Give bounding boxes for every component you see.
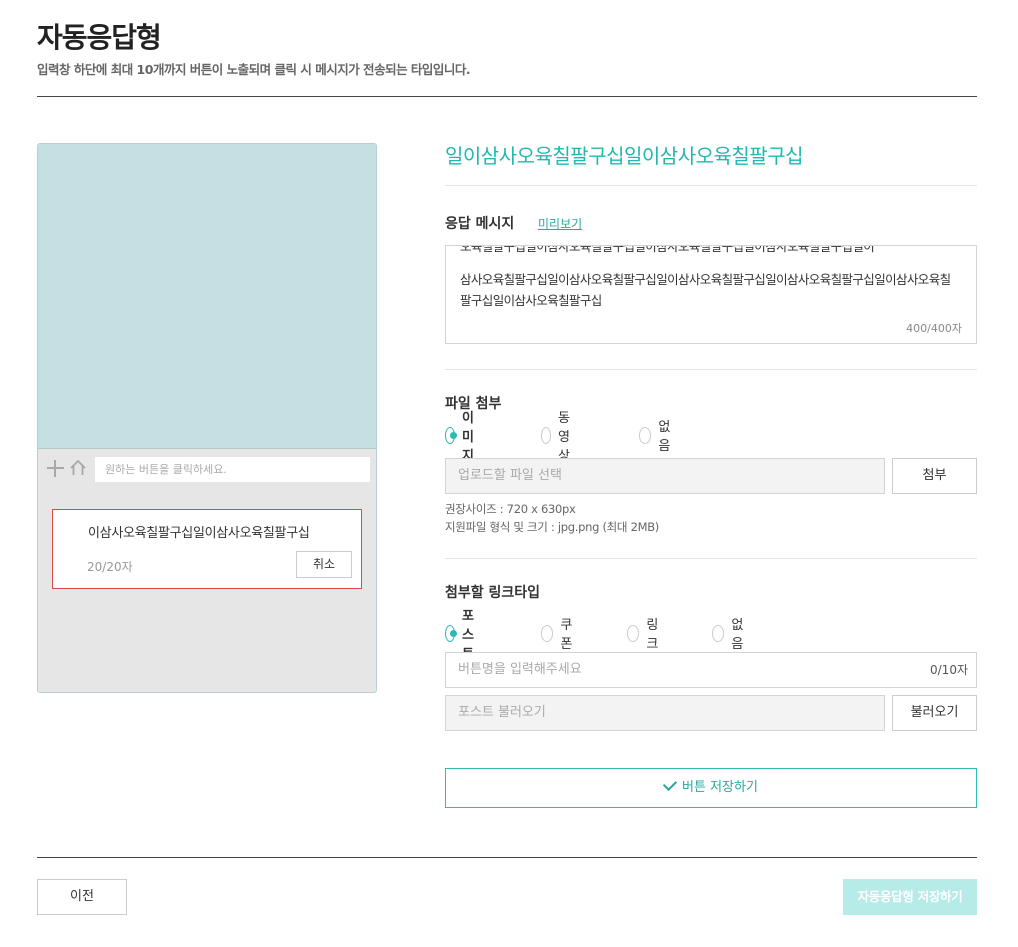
save-button-button[interactable]: 버튼 저장하기 <box>445 768 977 808</box>
button-name-placeholder: 버튼명을 입력해주세요 <box>458 662 582 677</box>
link-type-label: 첨부할 링크타입 <box>445 585 541 601</box>
radio-unchecked-icon <box>541 426 551 444</box>
save-auto-response-button[interactable]: 자동응답형 저장하기 <box>843 879 977 915</box>
radio-checked-icon <box>445 624 457 642</box>
response-message-count: 400/400자 <box>906 322 962 335</box>
preview-chat-input: 원하는 버튼을 클릭하세요. <box>95 457 370 482</box>
radio-video[interactable]: 동영상 <box>541 411 577 464</box>
preview-input-bar: 원하는 버튼을 클릭하세요. <box>38 449 376 489</box>
radio-none[interactable]: 없음 <box>712 618 748 652</box>
response-message-text: 삼사오육칠팔구십일이삼사오육칠팔구십일이삼사오육칠팔구십일이삼사오육칠팔구십일이… <box>460 272 951 308</box>
response-message-label: 응답 메시지 <box>445 216 515 232</box>
radio-unchecked-icon <box>541 624 554 642</box>
supported-format-hint: 지원파일 형식 및 크기 : jpg.png (최대 2MB) <box>445 520 659 534</box>
radio-coupon[interactable]: 쿠폰 <box>541 618 577 652</box>
header-divider <box>37 96 977 97</box>
home-icon <box>70 459 86 475</box>
page-description: 입력창 하단에 최대 10개까지 버튼이 노출되며 클릭 시 메시지가 전송되는… <box>37 62 471 77</box>
response-message-text-top: 오육칠팔구십일이삼사오육칠팔구십일이삼사오육칠팔구십일이삼사오육칠팔구십일이 <box>460 245 875 254</box>
section-divider <box>445 185 977 186</box>
radio-unchecked-icon <box>712 624 725 642</box>
radio-unchecked-icon <box>627 624 640 642</box>
section-divider <box>445 369 977 370</box>
page-title: 자동응답형 <box>37 21 162 54</box>
section-divider <box>445 558 977 559</box>
prev-button[interactable]: 이전 <box>37 879 127 915</box>
button-name-count: 0/10자 <box>930 663 968 677</box>
radio-post[interactable]: 포스트 <box>445 609 481 662</box>
button-name-input[interactable]: 버튼명을 입력해주세요 0/10자 <box>445 652 977 688</box>
preview-button-editor: 이삼사오육칠팔구십일이삼사오육칠팔구십 20/20자 취소 <box>52 509 362 589</box>
chat-preview-panel: 원하는 버튼을 클릭하세요. 이삼사오육칠팔구십일이삼사오육칠팔구십 20/20… <box>37 143 377 693</box>
post-load-field[interactable]: 포스트 불러오기 <box>445 695 885 731</box>
radio-none[interactable]: 없음 <box>639 420 675 454</box>
radio-checked-icon <box>445 426 457 444</box>
radio-link[interactable]: 링크 <box>627 618 663 652</box>
button-title: 일이삼사오육칠팔구십일이삼사오육칠팔구십 <box>445 144 804 168</box>
response-message-textarea[interactable]: 오육칠팔구십일이삼사오육칠팔구십일이삼사오육칠팔구십일이삼사오육칠팔구십일이 삼… <box>445 245 977 344</box>
recommended-size-hint: 권장사이즈 : 720 x 630px <box>445 502 576 516</box>
radio-image[interactable]: 이미지 <box>445 411 481 464</box>
load-post-button[interactable]: 불러오기 <box>892 695 977 731</box>
preview-button-text: 이삼사오육칠팔구십일이삼사오육칠팔구십 <box>88 526 310 541</box>
preview-link[interactable]: 미리보기 <box>538 215 582 232</box>
check-icon <box>662 776 678 792</box>
preview-cancel-button[interactable]: 취소 <box>296 551 352 578</box>
footer-divider <box>37 857 977 858</box>
preview-chat-screen <box>38 144 376 449</box>
attach-button[interactable]: 첨부 <box>892 458 977 494</box>
preview-char-count: 20/20자 <box>87 560 133 574</box>
plus-icon <box>47 460 64 477</box>
radio-unchecked-icon <box>639 426 652 444</box>
file-select-field[interactable]: 업로드할 파일 선택 <box>445 458 885 494</box>
